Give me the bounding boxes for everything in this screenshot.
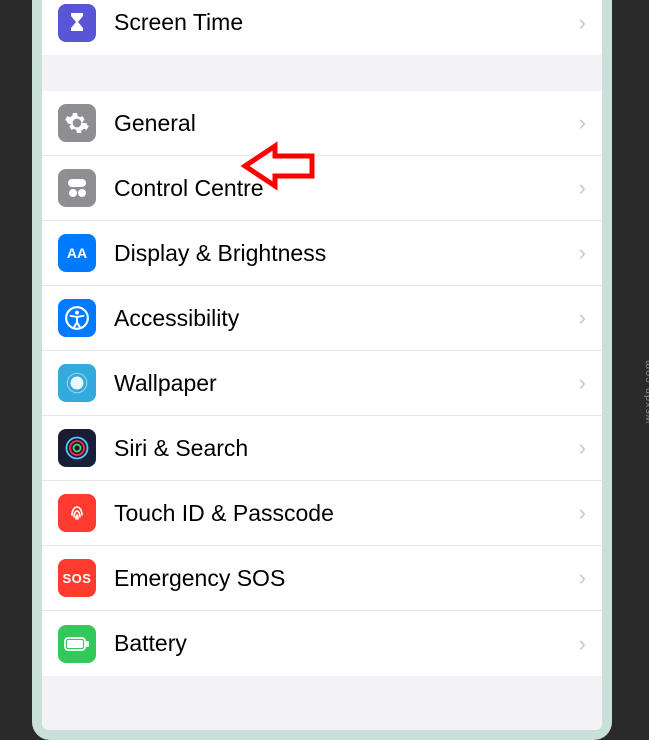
wallpaper-icon (58, 364, 96, 402)
chevron-right-icon: › (579, 110, 586, 136)
row-emergency-sos[interactable]: SOS Emergency SOS › (42, 546, 602, 611)
touchid-icon (58, 494, 96, 532)
row-battery[interactable]: Battery › (42, 611, 602, 676)
row-general[interactable]: General › (42, 91, 602, 156)
row-label: Display & Brightness (114, 240, 579, 267)
row-label: Accessibility (114, 305, 579, 332)
watermark: wsxdn.com (643, 359, 649, 423)
settings-group-2: General › Control Centre › AA Display & … (42, 91, 602, 676)
row-label: General (114, 110, 579, 137)
row-wallpaper[interactable]: Wallpaper › (42, 351, 602, 416)
gear-icon (58, 104, 96, 142)
chevron-right-icon: › (579, 175, 586, 201)
chevron-right-icon: › (579, 565, 586, 591)
control-centre-icon (58, 169, 96, 207)
arrow-annotation (240, 140, 320, 197)
chevron-right-icon: › (579, 631, 586, 657)
siri-icon (58, 429, 96, 467)
row-label: Screen Time (114, 9, 579, 36)
row-control-centre[interactable]: Control Centre › (42, 156, 602, 221)
accessibility-icon (58, 299, 96, 337)
display-icon: AA (58, 234, 96, 272)
settings-screen: Screen Time › General › Control Centre › (42, 0, 602, 730)
row-label: Emergency SOS (114, 565, 579, 592)
chevron-right-icon: › (579, 10, 586, 36)
row-accessibility[interactable]: Accessibility › (42, 286, 602, 351)
row-screen-time[interactable]: Screen Time › (42, 0, 602, 55)
row-siri-search[interactable]: Siri & Search › (42, 416, 602, 481)
sos-icon: SOS (58, 559, 96, 597)
settings-group-1: Screen Time › (42, 0, 602, 55)
hourglass-icon (58, 4, 96, 42)
chevron-right-icon: › (579, 305, 586, 331)
chevron-right-icon: › (579, 500, 586, 526)
row-display-brightness[interactable]: AA Display & Brightness › (42, 221, 602, 286)
chevron-right-icon: › (579, 240, 586, 266)
row-touchid-passcode[interactable]: Touch ID & Passcode › (42, 481, 602, 546)
row-label: Control Centre (114, 175, 579, 202)
battery-icon (58, 625, 96, 663)
phone-frame: Screen Time › General › Control Centre › (32, 0, 612, 740)
chevron-right-icon: › (579, 435, 586, 461)
row-label: Battery (114, 630, 579, 657)
row-label: Siri & Search (114, 435, 579, 462)
row-label: Touch ID & Passcode (114, 500, 579, 527)
chevron-right-icon: › (579, 370, 586, 396)
row-label: Wallpaper (114, 370, 579, 397)
